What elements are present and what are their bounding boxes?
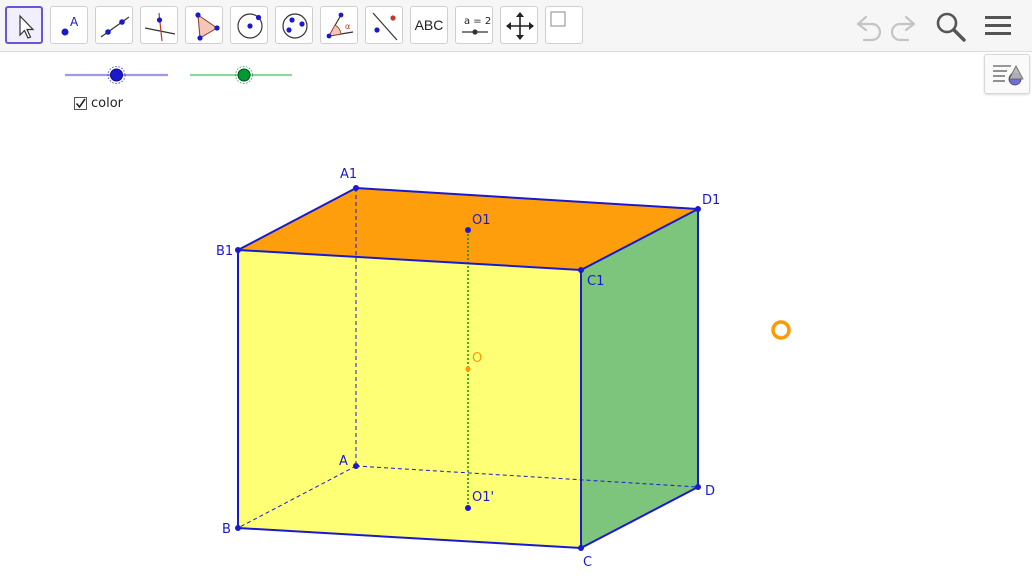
color-checkbox[interactable] xyxy=(74,96,87,110)
perpendicular-line-tool[interactable] xyxy=(140,6,178,44)
label-B: B xyxy=(222,522,231,537)
graphics-canvas: A1 B1 C1 D1 A B C D O1 O1' O xyxy=(65,66,791,570)
menu-button[interactable] xyxy=(980,8,1016,44)
label-A: A xyxy=(339,454,348,469)
line-tool[interactable] xyxy=(95,6,133,44)
angle-icon: α xyxy=(326,12,354,39)
point-tool[interactable]: A xyxy=(50,6,88,44)
menu-icon xyxy=(985,16,1011,35)
front-face xyxy=(238,250,581,548)
ellipse-tool[interactable] xyxy=(275,6,313,44)
color-checkbox-row[interactable]: color xyxy=(74,95,123,111)
text-tool-label: ABC xyxy=(414,17,444,33)
checkmark-icon xyxy=(75,98,86,108)
checkbox-tool-icon xyxy=(550,11,566,27)
label-O1: O1 xyxy=(472,213,491,228)
point-C1[interactable] xyxy=(578,267,584,273)
ellipse-icon xyxy=(282,13,308,39)
label-D1: D1 xyxy=(702,193,720,208)
angle-tool[interactable]: α xyxy=(320,6,358,44)
point-C[interactable] xyxy=(578,545,584,551)
point-B[interactable] xyxy=(235,525,241,531)
line-icon xyxy=(100,16,130,38)
blue-slider[interactable] xyxy=(65,66,168,84)
move-tool[interactable] xyxy=(5,6,43,44)
label-O1-prime: O1' xyxy=(472,490,494,505)
label-O: O xyxy=(472,351,482,366)
orange-ring-point[interactable] xyxy=(771,320,791,340)
label-A1: A1 xyxy=(340,167,357,182)
redo-button[interactable] xyxy=(886,8,922,44)
circle-tool[interactable] xyxy=(230,6,268,44)
slider-icon: a = 2 xyxy=(462,16,491,35)
text-tool[interactable]: ABC xyxy=(410,6,448,44)
geogebra-app: A α ABC a = 2 A1 B1 C1 D1 A B C D O1 O1'… xyxy=(0,0,1032,576)
polygon-icon xyxy=(195,12,220,41)
slider-tool-label: a = 2 xyxy=(464,16,491,27)
move-graphics-view-tool[interactable] xyxy=(500,6,538,44)
point-O1-prime[interactable] xyxy=(465,505,471,511)
search-button[interactable] xyxy=(933,8,969,44)
point-O[interactable] xyxy=(465,366,471,372)
move-arrows-icon xyxy=(506,12,534,40)
label-B1: B1 xyxy=(216,244,233,259)
reflect-icon xyxy=(372,12,398,41)
green-slider[interactable] xyxy=(190,66,292,84)
undo-icon xyxy=(856,15,882,42)
point-icon: A xyxy=(61,15,79,36)
color-checkbox-label: color xyxy=(91,95,124,111)
reflect-tool[interactable] xyxy=(365,6,403,44)
redo-icon xyxy=(890,15,916,42)
point-D1[interactable] xyxy=(695,206,701,212)
graphics-view[interactable]: A1 B1 C1 D1 A B C D O1 O1' O xyxy=(0,53,1032,576)
label-D: D xyxy=(705,484,715,499)
search-icon xyxy=(936,12,966,42)
point-D[interactable] xyxy=(695,484,701,490)
point-B1[interactable] xyxy=(235,247,241,253)
svg-text:α: α xyxy=(345,22,350,31)
toolbar: A α ABC a = 2 xyxy=(0,0,1032,52)
cursor-arrow-icon xyxy=(19,14,35,39)
circle-icon xyxy=(237,13,263,39)
point-tool-label: A xyxy=(70,15,79,29)
undo-button[interactable] xyxy=(850,8,886,44)
label-C: C xyxy=(583,555,592,570)
polygon-tool[interactable] xyxy=(185,6,223,44)
point-A1[interactable] xyxy=(353,185,359,191)
point-O1[interactable] xyxy=(465,227,471,233)
point-A[interactable] xyxy=(353,463,359,469)
checkbox-tool[interactable] xyxy=(545,6,583,44)
label-C1: C1 xyxy=(587,274,604,289)
slider-tool[interactable]: a = 2 xyxy=(455,6,493,44)
perpendicular-line-icon xyxy=(144,12,176,42)
